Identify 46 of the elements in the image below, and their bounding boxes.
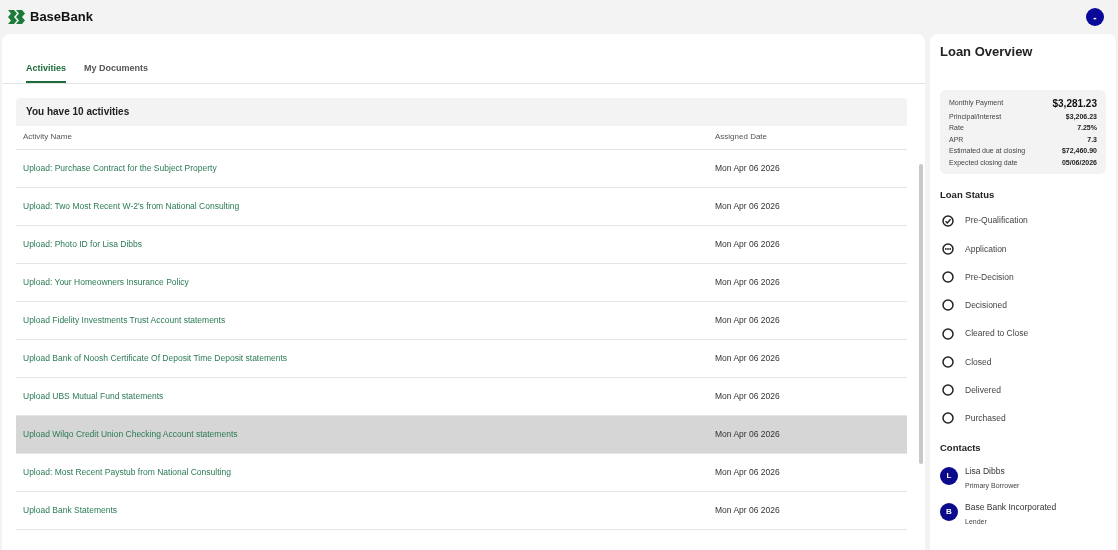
tab[interactable]: My Documents: [84, 62, 149, 83]
user-avatar[interactable]: -: [1086, 8, 1104, 26]
assigned-date: Mon Apr 06 2026: [715, 275, 780, 289]
status-label: Delivered: [965, 383, 1001, 397]
assigned-date: Mon Apr 06 2026: [715, 351, 780, 365]
contact-avatar: B: [940, 503, 958, 522]
panel-title: Loan Overview: [940, 43, 1034, 61]
activity-link[interactable]: Upload: Two Most Recent W-2's from National Consulting: [23, 199, 715, 213]
section-title: Loan Status: [940, 188, 996, 202]
assigned-date: Mon Apr 06 2026: [715, 465, 780, 479]
status-label: Decisioned: [965, 299, 1008, 312]
activity-link[interactable]: Upload Bank of Noosh Certificate Of Deposit Time Deposit statements: [23, 351, 715, 365]
contact-name: Lisa Dibbs: [965, 465, 1006, 478]
assigned-date: Mon Apr 06 2026: [715, 313, 780, 327]
status-label: Cleared to Close: [965, 327, 1029, 340]
column-header: Assigned Date: [715, 131, 768, 143]
summary-value: $3,281.23: [1052, 96, 1097, 111]
assigned-date: Mon Apr 06 2026: [715, 503, 780, 517]
assigned-date: Mon Apr 06 2026: [715, 199, 780, 213]
status-label: Closed: [965, 355, 992, 369]
logo-icon: [8, 10, 26, 24]
activity-link[interactable]: Upload: Photo ID for Lisa Dibbs: [23, 237, 715, 251]
status-label: Pre-Decision: [965, 270, 1014, 284]
assigned-date: Mon Apr 06 2026: [715, 427, 780, 441]
activity-link[interactable]: Upload Bank Statements: [23, 503, 715, 517]
activity-link[interactable]: Upload UBS Mutual Fund statements: [23, 389, 715, 403]
section-title: Contacts: [940, 440, 982, 455]
activity-row[interactable]: Upload Wilqo Credit Union Checking Account statements Mon Apr 06 2026: [16, 415, 907, 454]
column-header: Activity Name: [23, 131, 73, 143]
status-label: Application: [965, 242, 1007, 256]
status-label: Pre-Qualification: [965, 214, 1028, 227]
tab[interactable]: Activities: [26, 62, 67, 83]
assigned-date: Mon Apr 06 2026: [715, 237, 780, 251]
assigned-date: Mon Apr 06 2026: [715, 389, 780, 403]
contact-name: Base Bank Incorporated: [965, 501, 1057, 514]
contact-avatar: L: [940, 467, 958, 485]
assigned-date: Mon Apr 06 2026: [715, 161, 780, 175]
activity-link[interactable]: Upload Fidelity Investments Trust Account statements: [23, 313, 715, 327]
brand-name: BaseBank: [30, 8, 93, 27]
activity-link[interactable]: Upload: Your Homeowners Insurance Policy: [23, 275, 715, 289]
activity-link[interactable]: Upload Wilqo Credit Union Checking Account statements: [23, 427, 715, 441]
scrollbar[interactable]: [919, 164, 923, 464]
status-label: Purchased: [965, 412, 1006, 425]
activity-link[interactable]: Upload: Purchase Contract for the Subject Property: [23, 161, 715, 175]
activities-count: You have 10 activities: [26, 105, 130, 119]
activity-link[interactable]: Upload: Most Recent Paystub from National Consulting: [23, 465, 715, 479]
